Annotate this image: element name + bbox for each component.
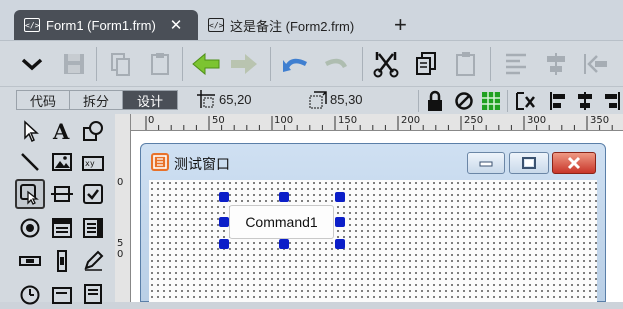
form-caption: 测试窗口: [174, 156, 230, 172]
arrow-right-icon[interactable]: [228, 49, 260, 79]
resize-handle[interactable]: [219, 239, 229, 249]
paste-doc-icon[interactable]: [144, 49, 176, 79]
view-code-button[interactable]: 代码: [16, 90, 70, 110]
drive-list-tool-icon[interactable]: [47, 279, 77, 309]
position-readout: 65,20: [219, 92, 252, 107]
position-icon: [197, 90, 215, 115]
ruler-label: 0: [117, 249, 124, 260]
pen-tool-icon[interactable]: [78, 246, 108, 276]
resize-handle[interactable]: [279, 239, 289, 249]
resize-handle[interactable]: [279, 192, 289, 202]
svg-text:A: A: [52, 120, 70, 142]
close-icon: [567, 156, 581, 170]
vertical-ruler: 0 5 0: [115, 114, 131, 302]
paste-icon[interactable]: [450, 49, 482, 79]
line-tool-icon[interactable]: [15, 147, 45, 177]
vscroll-tool-icon[interactable]: [47, 246, 77, 276]
radio-tool-icon[interactable]: [15, 213, 45, 243]
ruler-label: 350: [590, 115, 610, 126]
ruler-label: 50: [212, 115, 225, 126]
maximize-icon: [522, 157, 536, 169]
view-split-button[interactable]: 拆分: [69, 90, 123, 110]
grid-icon[interactable]: [481, 91, 501, 116]
resize-handle[interactable]: [335, 192, 345, 202]
close-tab-icon[interactable]: ✕: [170, 16, 183, 34]
maximize-button[interactable]: [509, 152, 549, 174]
align-left-edges-icon[interactable]: [548, 91, 568, 116]
frame-tool-icon[interactable]: [47, 179, 77, 209]
toolbar: [0, 40, 623, 87]
listbox-tool-icon[interactable]: [78, 213, 108, 243]
label-tool-icon[interactable]: A: [47, 116, 77, 146]
horizontal-ruler: 0 50 100 150 200 250 300 350: [130, 114, 623, 131]
pointer-icon[interactable]: [15, 116, 45, 146]
align-center-icon[interactable]: [540, 49, 572, 79]
ruler-label: 100: [274, 115, 294, 126]
lock-icon[interactable]: [426, 90, 444, 117]
toolbox: A xy: [0, 114, 115, 305]
form-app-icon: [151, 153, 169, 171]
delete-control-icon[interactable]: [514, 91, 536, 116]
ruler-label: 5: [117, 238, 124, 249]
ruler-label: 200: [401, 115, 421, 126]
save-icon[interactable]: [58, 49, 90, 79]
code-file-icon: </>: [24, 18, 40, 32]
combobox-tool-icon[interactable]: [47, 213, 77, 243]
align-left-icon[interactable]: [580, 49, 612, 79]
new-tab-button[interactable]: +: [394, 12, 407, 38]
tab-form2[interactable]: </> 这是备注 (Form2.frm): [198, 10, 376, 40]
align-right-edges-icon[interactable]: [602, 91, 622, 116]
minimize-icon: [479, 161, 493, 167]
dropdown-chevron-icon[interactable]: [16, 49, 48, 79]
arrow-left-icon[interactable]: [190, 49, 222, 79]
align-centers-icon[interactable]: [575, 91, 595, 116]
ruler-label: 150: [338, 115, 358, 126]
form-client-area[interactable]: [149, 180, 597, 302]
code-file-icon: </>: [208, 18, 224, 32]
minimize-button[interactable]: [467, 152, 505, 174]
cut-icon[interactable]: [370, 49, 402, 79]
ruler-ticks: [145, 116, 613, 130]
timer-tool-icon[interactable]: [15, 279, 45, 309]
tab-bar: </> Form1 (Form1.frm) ✕ </> 这是备注 (Form2.…: [0, 0, 623, 40]
resize-handle[interactable]: [335, 239, 345, 249]
copy-doc-icon[interactable]: [104, 49, 136, 79]
ruler-label: 250: [464, 115, 484, 126]
copy-icon[interactable]: [410, 49, 442, 79]
tab-form1[interactable]: </> Form1 (Form1.frm) ✕: [14, 10, 198, 40]
ruler-label: 300: [527, 115, 547, 126]
size-readout: 85,30: [330, 92, 363, 107]
textbox-tool-icon[interactable]: xy: [78, 147, 108, 177]
hscroll-tool-icon[interactable]: [15, 246, 45, 276]
tab-label: Form1 (Form1.frm): [46, 17, 156, 33]
undo-icon[interactable]: [280, 49, 312, 79]
close-button[interactable]: [552, 152, 596, 174]
file-list-tool-icon[interactable]: [78, 279, 108, 309]
resize-handle[interactable]: [219, 217, 229, 227]
design-bar: 代码 拆分 设计 65,20 85,30: [0, 86, 623, 115]
svg-text:xy: xy: [85, 159, 95, 168]
ruler-label: 0: [117, 177, 124, 188]
shapes-tool-icon[interactable]: [78, 116, 108, 146]
checkbox-tool-icon[interactable]: [78, 179, 108, 209]
button-tool-icon[interactable]: [15, 179, 45, 209]
redo-icon[interactable]: [320, 49, 352, 79]
image-tool-icon[interactable]: [47, 147, 77, 177]
ruler-label: 0: [148, 115, 155, 126]
view-design-button[interactable]: 设计: [122, 90, 178, 110]
resize-handle[interactable]: [335, 217, 345, 227]
resize-handle[interactable]: [219, 192, 229, 202]
command1-button[interactable]: Command1: [229, 205, 334, 239]
size-icon: [308, 90, 328, 115]
prohibit-icon[interactable]: [454, 91, 474, 116]
tab-label: 这是备注 (Form2.frm): [230, 18, 355, 34]
align-text-icon[interactable]: [500, 49, 532, 79]
